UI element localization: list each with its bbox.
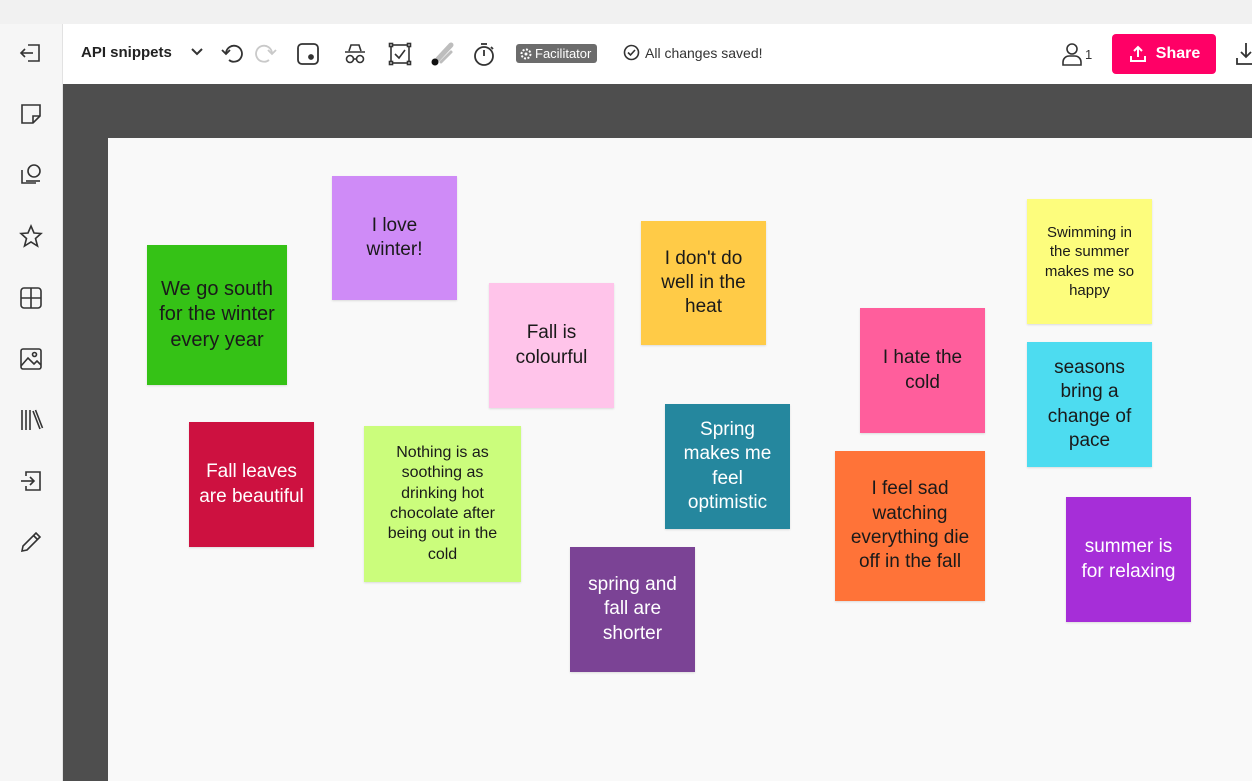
star-icon[interactable]	[14, 219, 48, 253]
sticky-note[interactable]: spring and fall are shorter	[570, 547, 695, 672]
gear-icon	[520, 48, 532, 59]
note-text: We go south for the winter every year	[159, 277, 275, 351]
grid-icon[interactable]	[14, 281, 48, 315]
sticky-note[interactable]: Nothing is as soothing as drinking hot c…	[364, 426, 521, 582]
note-text: I don't do well in the heat	[661, 247, 746, 318]
sticky-note[interactable]: We go south for the winter every year	[147, 245, 287, 385]
note-text: summer is for relaxing	[1081, 536, 1176, 582]
note-text: Nothing is as soothing as drinking hot c…	[387, 443, 498, 563]
share-label: Share	[1155, 45, 1201, 62]
note-text: seasons bring a change of pace	[1047, 356, 1132, 451]
check-circle-icon	[623, 44, 640, 61]
facilitator-badge[interactable]: Facilitator	[516, 44, 598, 63]
undo-icon[interactable]	[218, 39, 248, 69]
note-text: I love winter!	[366, 214, 423, 260]
shapes-icon[interactable]	[14, 158, 48, 192]
save-status: All changes saved!	[623, 44, 763, 61]
import-icon[interactable]	[14, 464, 48, 498]
window-chrome	[0, 0, 1252, 24]
sticky-note[interactable]: summer is for relaxing	[1066, 497, 1191, 622]
save-status-text: All changes saved!	[645, 44, 763, 61]
sticky-note[interactable]: I hate the cold	[860, 308, 985, 433]
user-count: 1	[1085, 46, 1093, 62]
sticky-note[interactable]: seasons bring a change of pace	[1027, 342, 1152, 467]
exit-board-icon[interactable]	[14, 36, 48, 70]
left-sidebar	[0, 24, 63, 781]
voting-icon[interactable]	[385, 39, 415, 69]
image-icon[interactable]	[14, 342, 48, 376]
chevron-down-icon[interactable]	[187, 42, 207, 62]
pencil-icon[interactable]	[14, 525, 48, 559]
redo-icon[interactable]	[250, 39, 280, 69]
note-text: I hate the cold	[882, 347, 963, 393]
note-text: Spring makes me feel optimistic	[683, 418, 772, 513]
sticky-note[interactable]: I feel sad watching everything die off i…	[835, 451, 985, 601]
participants-button[interactable]: 1	[1060, 39, 1092, 69]
sticky-note[interactable]: Spring makes me feel optimistic	[665, 404, 790, 529]
note-text: I feel sad watching everything die off i…	[850, 478, 970, 573]
upload-icon	[1129, 45, 1146, 62]
timer-card-icon[interactable]	[293, 39, 323, 69]
facilitator-label: Facilitator	[535, 46, 592, 61]
download-icon[interactable]	[1233, 40, 1252, 68]
sticky-note[interactable]: Swimming in the summer makes me so happy	[1027, 199, 1152, 324]
top-toolbar: API snippets Facilitator All changes sav…	[63, 24, 1252, 84]
share-button[interactable]: Share	[1112, 34, 1216, 74]
sticky-note[interactable]: Fall is colourful	[489, 283, 614, 408]
note-text: Swimming in the summer makes me so happy	[1044, 224, 1135, 299]
sticky-note[interactable]: Fall leaves are beautiful	[189, 422, 314, 547]
library-icon[interactable]	[14, 403, 48, 437]
laser-pointer-icon[interactable]	[427, 39, 457, 69]
board-title[interactable]: API snippets	[81, 44, 172, 61]
sticky-note-icon[interactable]	[14, 97, 48, 131]
note-text: spring and fall are shorter	[588, 574, 677, 644]
timer-icon[interactable]	[469, 39, 499, 69]
note-text: Fall is colourful	[515, 322, 588, 368]
user-icon	[1062, 43, 1082, 66]
private-mode-icon[interactable]	[340, 39, 370, 69]
sticky-note[interactable]: I love winter!	[332, 176, 457, 300]
sticky-note[interactable]: I don't do well in the heat	[641, 221, 766, 345]
note-text: Fall leaves are beautiful	[199, 461, 304, 507]
